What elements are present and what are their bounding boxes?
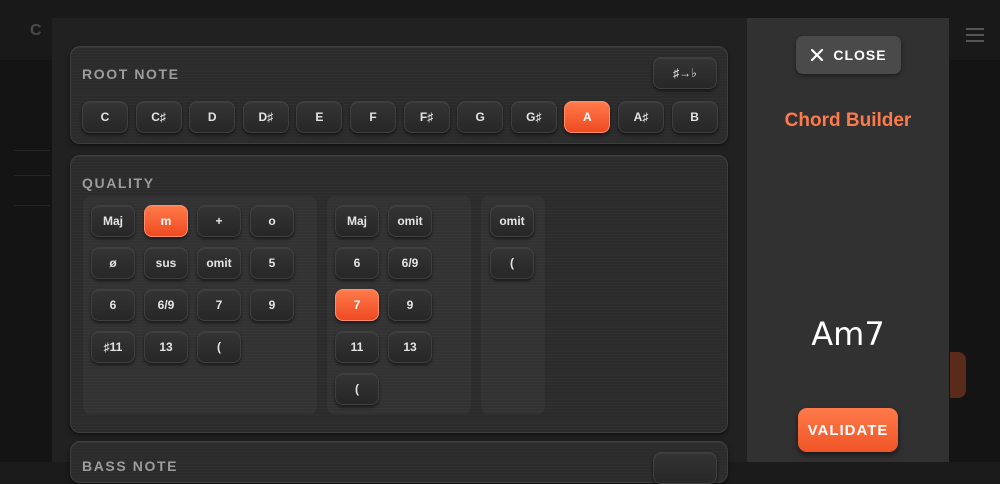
quality-option-button[interactable]: 7 (197, 289, 241, 321)
quality-option-button[interactable]: ( (197, 331, 241, 363)
close-label: CLOSE (833, 47, 887, 63)
extension-option-button[interactable]: Maj (335, 205, 379, 237)
close-icon (811, 48, 824, 62)
quality-option-button[interactable]: 6/9 (144, 289, 188, 321)
menu-icon[interactable] (966, 28, 984, 42)
root-note-button[interactable]: G♯ (510, 101, 557, 133)
root-note-button[interactable]: A (564, 101, 611, 133)
root-note-button[interactable]: E (296, 101, 343, 133)
extension-option-button[interactable]: 6 (335, 247, 379, 279)
root-note-button[interactable]: A♯ (618, 101, 664, 133)
quality-option-button[interactable]: Maj (91, 205, 135, 237)
alteration-option-button[interactable]: ( (490, 247, 534, 279)
quality-option-button[interactable]: + (197, 205, 241, 237)
chord-builder-sidebar (747, 18, 949, 462)
extension-option-button[interactable]: 6/9 (388, 247, 432, 279)
extension-option-button[interactable]: 13 (388, 331, 432, 363)
extension-option-button[interactable]: 7 (335, 289, 379, 321)
accidental-toggle-button[interactable]: ♯→♭ (653, 57, 717, 89)
bass-note-title: BASS NOTE (82, 458, 179, 474)
quality-option-button[interactable]: ø (91, 247, 135, 279)
background-divider (14, 150, 50, 151)
root-note-button[interactable]: F (350, 101, 396, 133)
root-note-button[interactable]: D (189, 101, 236, 133)
chord-display: Am7 (811, 315, 885, 353)
close-button[interactable]: CLOSE (796, 36, 901, 74)
quality-option-button[interactable]: 13 (144, 331, 188, 363)
root-note-button[interactable]: C (82, 101, 128, 133)
root-note-panel: ROOT NOTE ♯→♭ C C♯ D D♯ E F F♯ G G♯ A A♯ B (70, 46, 728, 144)
root-note-button[interactable]: G (457, 101, 504, 133)
background-divider (14, 175, 50, 176)
root-note-button[interactable]: D♯ (242, 101, 289, 133)
quality-panel: QUALITY Maj m + o ø sus omit 5 6 6/9 7 9 ♯11 13(Maj om… (70, 155, 728, 433)
quality-option-button[interactable]: m (144, 205, 188, 237)
quality-option-button[interactable]: 6 (91, 289, 135, 321)
quality-option-button[interactable]: 5 (250, 247, 294, 279)
quality-option-button[interactable]: sus (144, 247, 188, 279)
background-logo: C (30, 22, 42, 39)
root-note-button[interactable]: C♯ (135, 101, 182, 133)
extension-option-button[interactable]: omit (388, 205, 432, 237)
validate-button[interactable]: VALIDATE (798, 408, 898, 452)
background-button (950, 352, 966, 398)
extension-option-button[interactable]: 11 (335, 331, 379, 363)
root-note-title: ROOT NOTE (82, 66, 180, 82)
quality-title: QUALITY (82, 175, 155, 191)
extension-option-button[interactable]: ( (335, 373, 379, 405)
quality-option-button[interactable]: omit (197, 247, 241, 279)
extension-option-button[interactable]: 9 (388, 289, 432, 321)
quality-option-button[interactable]: 9 (250, 289, 294, 321)
bass-note-panel: BASS NOTE (70, 441, 728, 484)
quality-option-button[interactable]: ♯11 (91, 331, 135, 363)
background-divider (14, 205, 50, 206)
alteration-option-button[interactable]: omit (490, 205, 534, 237)
chord-builder-title: Chord Builder (784, 110, 912, 131)
quality-option-button[interactable]: o (250, 205, 294, 237)
root-note-button[interactable]: F♯ (403, 101, 450, 133)
bass-accidental-toggle-button[interactable] (653, 452, 717, 484)
root-note-button[interactable]: B (671, 101, 718, 133)
